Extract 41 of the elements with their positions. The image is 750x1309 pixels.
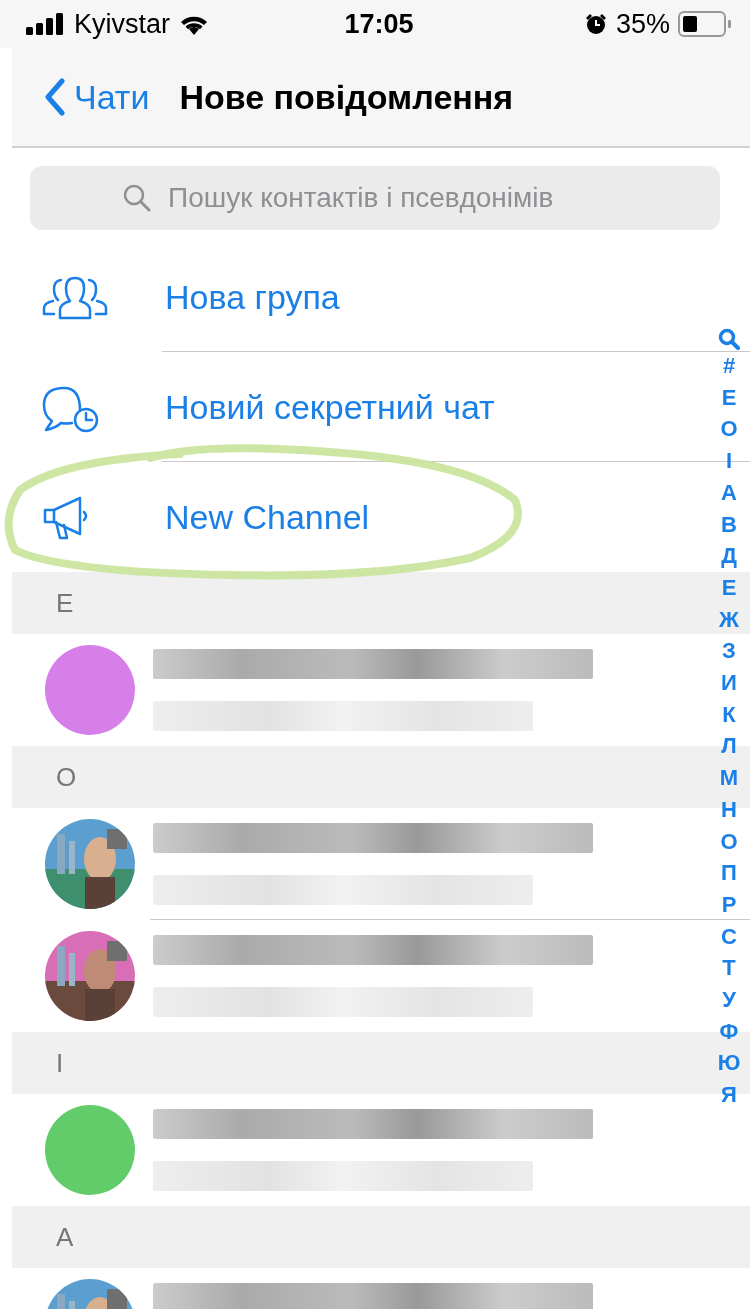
section-header: I [56,1047,64,1079]
search-icon[interactable] [718,328,740,350]
index-letter[interactable]: Е [721,571,737,604]
index-letter[interactable]: Д [721,540,737,572]
index-letter[interactable]: Я [721,1079,737,1111]
section-header: A [56,1221,74,1253]
index-letter[interactable]: O [720,413,738,446]
index-letter[interactable]: Ф [719,1015,739,1048]
section-header: O [56,761,77,793]
index-letter[interactable]: П [721,857,737,889]
index-letter[interactable]: # [722,350,736,382]
index-letter[interactable]: E [721,381,737,414]
carrier-name: Kyivstar [74,8,171,40]
index-letter[interactable]: О [720,825,738,858]
battery-icon [678,11,732,37]
index-letter[interactable]: Л [721,730,737,763]
index-letter[interactable]: И [721,667,737,699]
index-letter[interactable]: Т [722,952,736,985]
menu-item[interactable]: New Channel [165,497,370,537]
index-letter[interactable]: І [725,445,733,477]
battery-percent: 35% [615,8,670,40]
index-letter[interactable]: М [719,762,739,794]
screen-title: Нове повідомлення [179,77,514,117]
index-letter[interactable]: Н [721,793,737,826]
index-letter[interactable]: Р [721,888,737,921]
index-letter[interactable]: Ю [717,1047,741,1080]
index-letter[interactable]: А [721,476,737,509]
menu-item[interactable]: Новий секретний чат [165,387,495,427]
search-field[interactable]: Пошук контактів і псевдонімів [30,166,720,230]
index-letter[interactable]: Ж [719,603,739,636]
status-time: 17:05 [344,8,414,40]
signal-icon [26,13,66,35]
back-chevron-icon [44,78,66,116]
back-button[interactable]: Чати [44,77,150,117]
index-letter[interactable]: З [722,635,736,668]
index-letter[interactable]: К [722,698,736,731]
index-letter[interactable]: С [721,920,737,953]
index-letter[interactable]: У [722,984,736,1016]
section-header: E [56,587,74,619]
menu-item[interactable]: Нова група [165,277,340,317]
index-letter[interactable]: В [721,508,737,541]
